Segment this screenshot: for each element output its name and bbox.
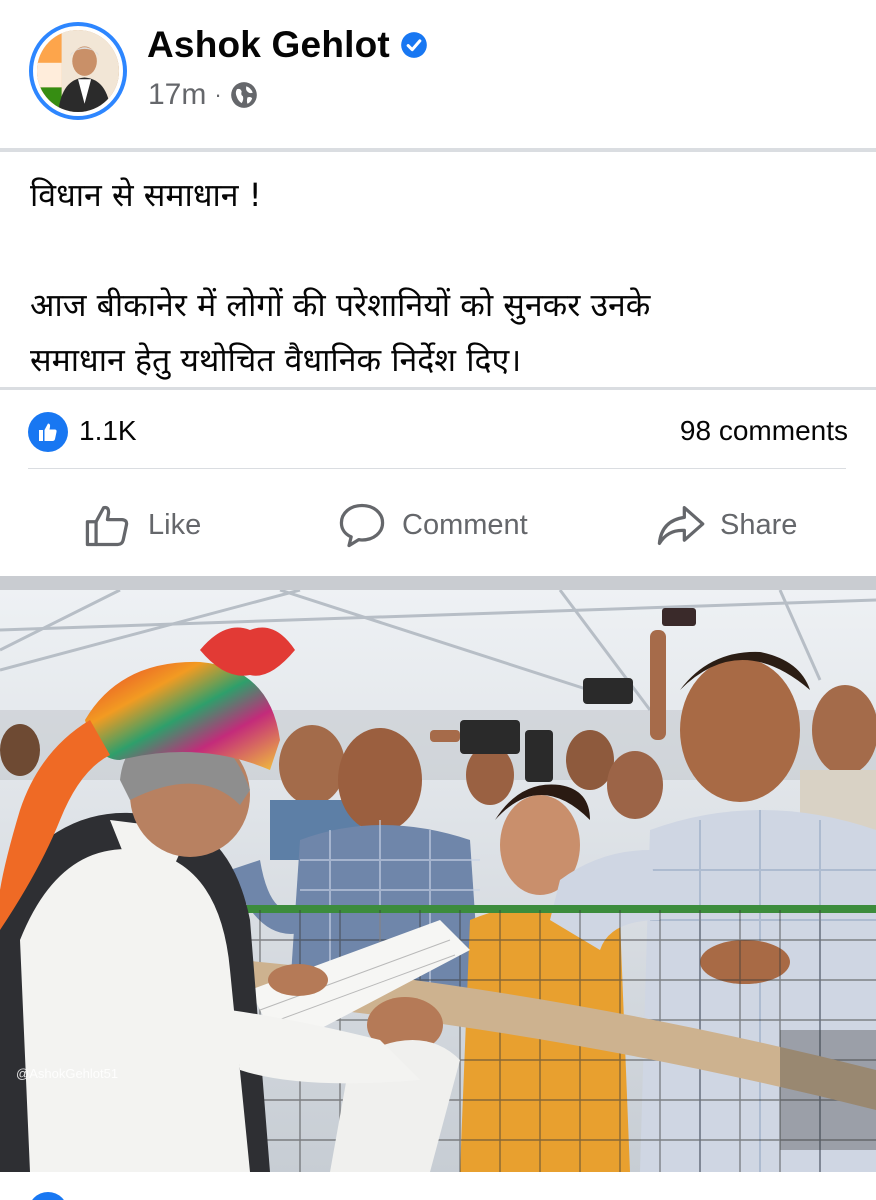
post-message: विधान से समाधान ! आज बीकानेर में लोगों क… — [30, 168, 850, 388]
share-label: Share — [720, 508, 798, 541]
action-bar: Like Comment Share — [0, 490, 876, 560]
like-label: Like — [148, 508, 202, 541]
divider — [0, 387, 876, 390]
post-header: Ashok Gehlot 17m · — [0, 0, 876, 148]
post-timestamp[interactable]: 17m — [148, 78, 206, 112]
post-text-line: विधान से समाधान ! — [30, 176, 262, 214]
comment-count[interactable]: 98 comments — [680, 415, 848, 447]
share-arrow-icon — [657, 506, 705, 546]
next-post-peek — [0, 1172, 876, 1200]
next-post-avatar — [28, 1192, 68, 1200]
meta-separator: · — [214, 82, 222, 107]
thumbs-up-icon — [85, 505, 129, 547]
post-photo[interactable] — [0, 590, 876, 1172]
like-reaction-icon[interactable] — [28, 412, 68, 452]
divider — [0, 148, 876, 152]
author-name[interactable]: Ashok Gehlot — [147, 24, 390, 66]
like-button[interactable]: Like — [82, 490, 201, 560]
comment-bubble-icon — [339, 503, 385, 548]
avatar[interactable] — [29, 22, 127, 120]
divider — [28, 468, 846, 469]
post-text-line: आज बीकानेर में लोगों की परेशानियों को सु… — [30, 286, 651, 324]
photo-watermark: @AshokGehlot51 — [16, 1066, 119, 1081]
verified-badge-icon — [401, 32, 427, 58]
engagement-stats: 1.1K 98 comments — [28, 410, 848, 452]
comment-label: Comment — [402, 508, 528, 541]
globe-icon[interactable] — [230, 81, 258, 109]
share-button[interactable]: Share — [654, 490, 797, 560]
comment-button[interactable]: Comment — [336, 490, 528, 560]
avatar-image — [37, 30, 119, 112]
post-text-line: समाधान हेतु यथोचित वैधानिक निर्देश दिए। — [30, 341, 522, 379]
photo-illustration — [0, 590, 876, 1172]
divider — [0, 576, 876, 590]
reaction-count[interactable]: 1.1K — [79, 415, 137, 447]
